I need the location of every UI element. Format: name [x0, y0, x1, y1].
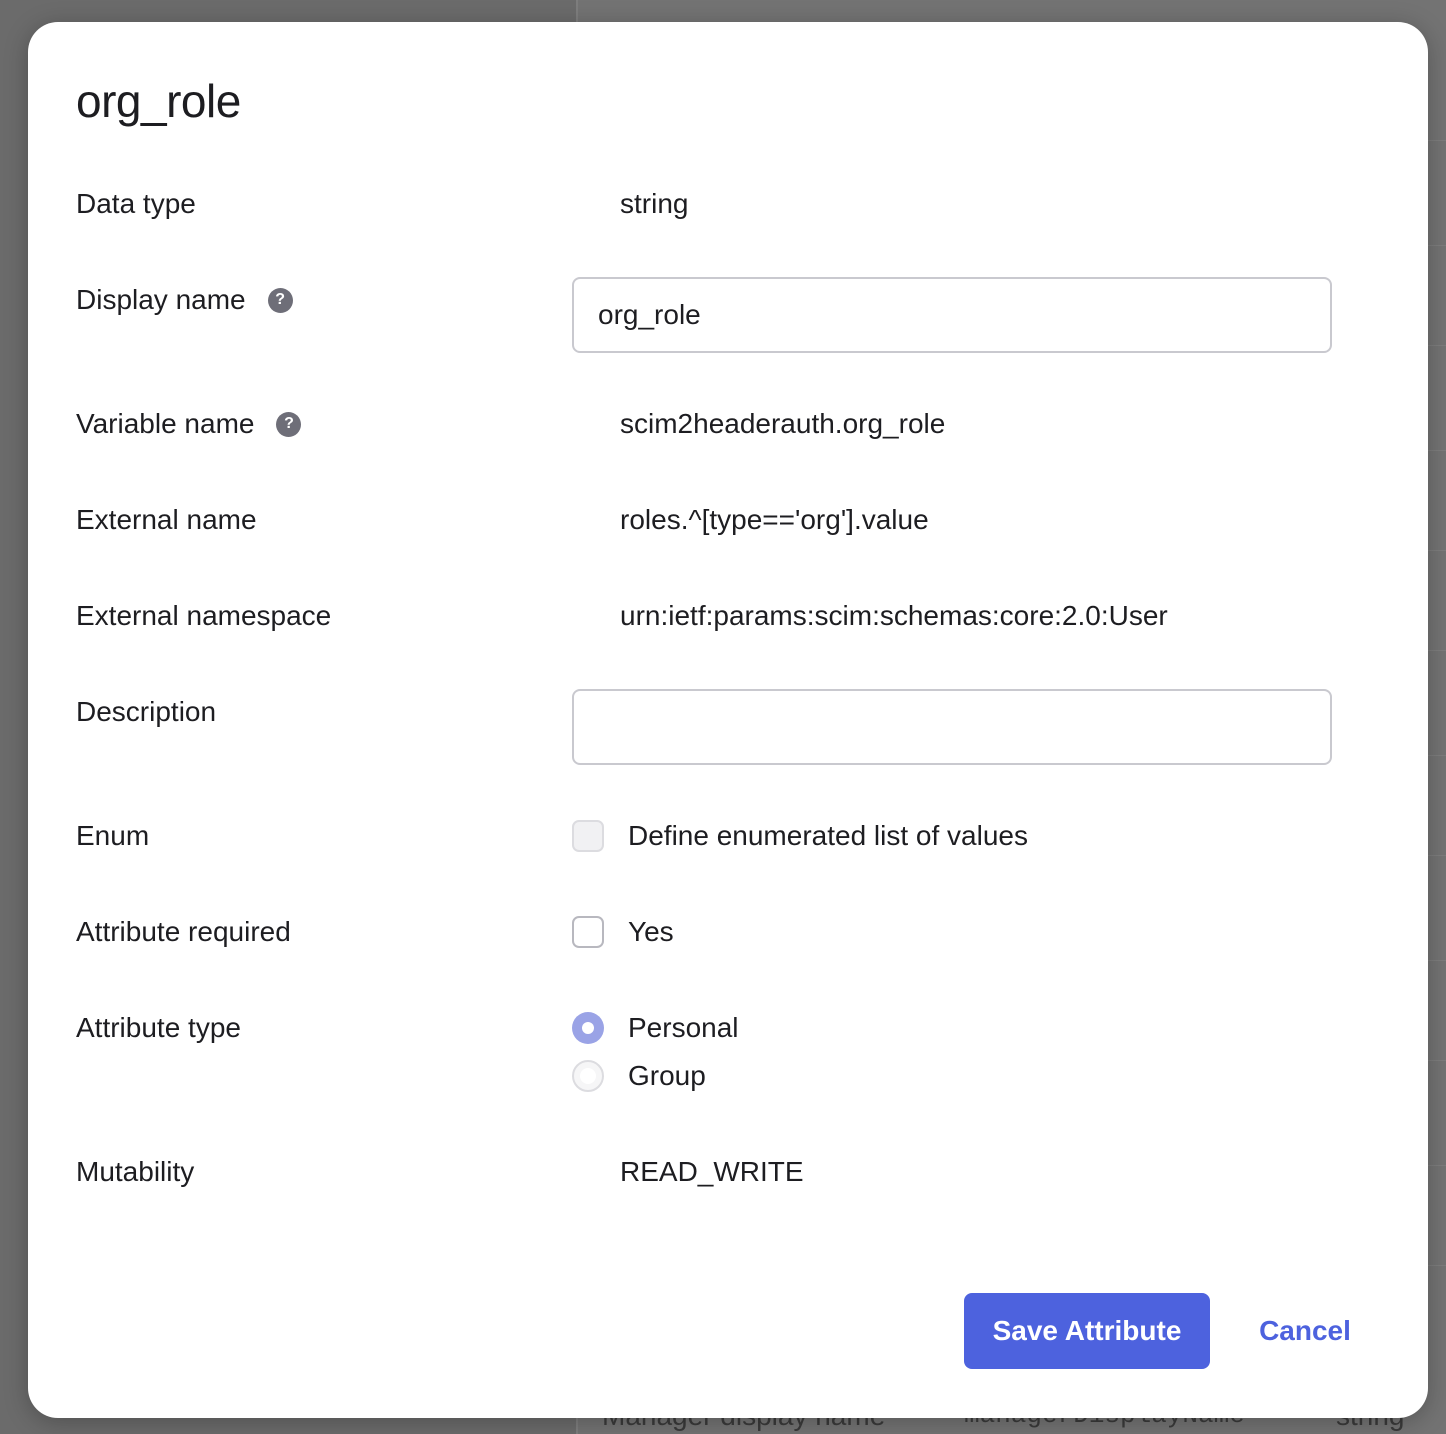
edit-attribute-dialog: org_role Data type string Display name ?… [28, 22, 1428, 1418]
external-namespace-label: External namespace [76, 600, 331, 632]
help-icon[interactable]: ? [267, 287, 293, 313]
external-namespace-label-text: External namespace [76, 600, 332, 631]
attribute-type-option-personal[interactable]: Personal [572, 1012, 739, 1044]
group-radio[interactable] [572, 1060, 604, 1092]
attribute-required-label-text: Attribute required [76, 916, 291, 947]
mutability-label-text: Mutability [76, 1156, 195, 1187]
variable-name-value: scim2headerauth.org_role [620, 408, 946, 439]
data-type-value: string [620, 188, 689, 219]
external-namespace-value: urn:ietf:params:scim:schemas:core:2.0:Us… [620, 600, 1168, 631]
display-name-label: Display name ? [76, 284, 293, 316]
dialog-title: org_role [76, 75, 241, 127]
display-name-label-text: Display name [76, 284, 246, 315]
personal-radio[interactable] [572, 1012, 604, 1044]
display-name-input[interactable] [572, 277, 1332, 353]
description-input[interactable] [572, 689, 1332, 765]
attribute-required-checkbox[interactable] [572, 916, 604, 948]
personal-radio-label: Personal [628, 1012, 739, 1043]
attribute-required-option-label: Yes [628, 916, 674, 947]
enum-checkbox[interactable] [572, 820, 604, 852]
mutability-label: Mutability [76, 1156, 194, 1188]
mutability-value: READ_WRITE [620, 1156, 804, 1187]
group-radio-label: Group [628, 1060, 706, 1091]
external-name-label: External name [76, 504, 257, 536]
enum-checkbox-option[interactable]: Define enumerated list of values [572, 820, 1028, 852]
cancel-button[interactable]: Cancel [1240, 1293, 1370, 1369]
enum-label: Enum [76, 820, 149, 852]
attribute-required-option[interactable]: Yes [572, 916, 674, 948]
help-icon[interactable]: ? [276, 411, 302, 437]
external-name-label-text: External name [76, 504, 257, 535]
save-attribute-button[interactable]: Save Attribute [964, 1293, 1210, 1369]
variable-name-label: Variable name ? [76, 408, 302, 440]
data-type-label: Data type [76, 188, 196, 220]
variable-name-label-text: Variable name [76, 408, 255, 439]
attribute-type-option-group[interactable]: Group [572, 1060, 706, 1092]
attribute-type-label: Attribute type [76, 1012, 241, 1044]
enum-label-text: Enum [76, 820, 150, 851]
external-name-value: roles.^[type=='org'].value [620, 504, 929, 535]
description-label: Description [76, 696, 216, 728]
attribute-required-label: Attribute required [76, 916, 291, 948]
attribute-type-label-text: Attribute type [76, 1012, 241, 1043]
enum-option-label: Define enumerated list of values [628, 820, 1028, 851]
description-label-text: Description [76, 696, 217, 727]
data-type-label-text: Data type [76, 188, 196, 219]
